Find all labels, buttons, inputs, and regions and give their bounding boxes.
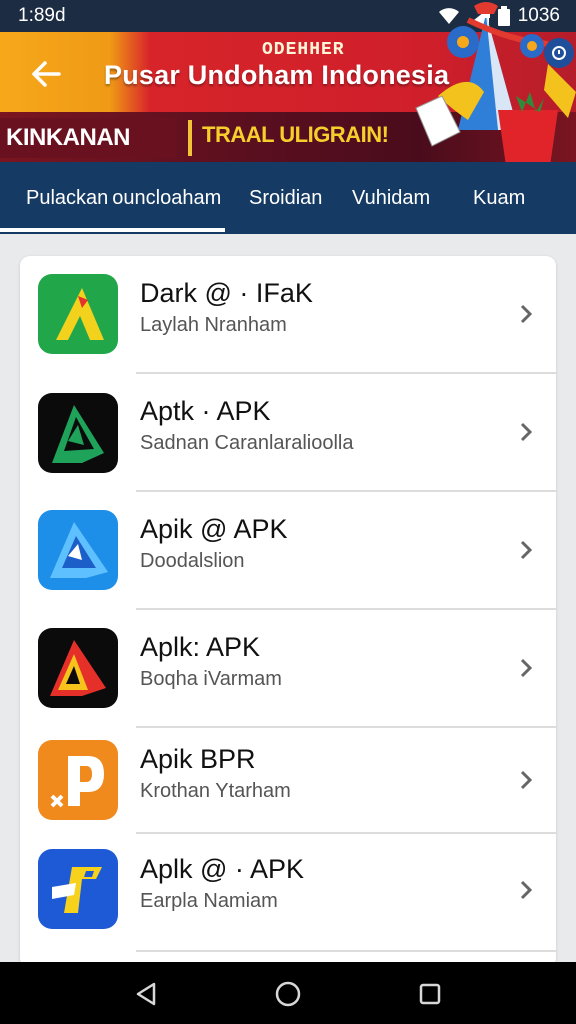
blue-yellow-app-icon — [38, 849, 118, 929]
divider — [136, 950, 556, 952]
banner-illustration — [415, 2, 576, 162]
arrow-left-icon — [32, 61, 61, 87]
app-name: Aptk · APK — [140, 396, 271, 426]
tab-label: Sroidian — [249, 186, 323, 209]
home-nav-button[interactable] — [268, 974, 308, 1014]
brand-tag: ODEHHER — [262, 40, 345, 60]
tab-pulackan[interactable]: Pulackan ouncloaham — [0, 162, 226, 234]
orange-p-app-icon — [38, 740, 118, 820]
black-red-app-icon — [38, 628, 118, 708]
chevron-right-icon — [520, 658, 533, 678]
app-name: Apik @ APK — [140, 514, 288, 544]
list-item[interactable]: Dark @ · IFaK Laylah Nranham — [20, 256, 556, 374]
list-item[interactable]: Apik BPR Krothan Ytarham — [20, 728, 556, 834]
square-recents-icon — [419, 983, 441, 1005]
list-item[interactable]: Aptk · APK Sadnan Caranlaralioolla — [20, 374, 556, 492]
app-subtitle: Boqha iVarmam — [140, 668, 282, 690]
tab-label: Pulackan ouncloaham — [26, 186, 222, 209]
list-item[interactable]: Apik @ APK Doodalslion — [20, 492, 556, 610]
tab-sroidian[interactable]: Sroidian — [249, 162, 322, 234]
navigation-bar — [0, 962, 576, 1024]
app-list: Dark @ · IFaK Laylah Nranham Aptk · APK … — [20, 256, 556, 968]
app-name: Apik BPR — [140, 744, 256, 774]
back-button[interactable] — [26, 54, 66, 94]
chevron-right-icon — [520, 770, 533, 790]
app-name: Dark @ · IFaK — [140, 278, 313, 308]
recents-nav-button[interactable] — [410, 974, 450, 1014]
app-subtitle: Earpla Namiam — [140, 890, 278, 912]
help-button[interactable] — [544, 38, 574, 68]
status-time: 1:89d — [18, 5, 66, 26]
chevron-right-icon — [520, 422, 533, 442]
blue-app-icon — [38, 510, 118, 590]
tab-bar: Pulackan ouncloaham Sroidian Vuhidam Kua… — [0, 162, 576, 234]
list-item[interactable]: Aplk: APK Boqha iVarmam — [20, 610, 556, 728]
help-icon — [552, 46, 566, 60]
triangle-back-icon — [136, 982, 156, 1006]
tab-kuam[interactable]: Kuam — [473, 162, 525, 234]
chevron-right-icon — [520, 540, 533, 560]
app-subtitle: Krothan Ytarham — [140, 780, 291, 802]
promo-divider — [188, 120, 192, 156]
app-name: Aplk: APK — [140, 632, 261, 662]
chevron-right-icon — [520, 304, 533, 324]
app-name: Aplk @ · APK — [140, 854, 304, 884]
promo-right-text: TRAAL ULIGRAIN! — [202, 122, 389, 147]
tab-label: Vuhidam — [352, 186, 431, 209]
circle-home-icon — [275, 981, 301, 1007]
app-subtitle: Laylah Nranham — [140, 314, 287, 336]
list-item[interactable]: Aplk @ · APK Earpla Namiam — [20, 834, 556, 952]
back-nav-button[interactable] — [126, 974, 166, 1014]
app-subtitle: Sadnan Caranlaralioolla — [140, 432, 354, 454]
promo-left-text: KINKANAN — [0, 118, 176, 158]
app-subtitle: Doodalslion — [140, 550, 245, 572]
tab-vuhidam[interactable]: Vuhidam — [352, 162, 430, 234]
green-yellow-app-icon — [38, 274, 118, 354]
chevron-right-icon — [520, 880, 533, 900]
tab-label: Kuam — [473, 186, 526, 209]
black-green-app-icon — [38, 393, 118, 473]
